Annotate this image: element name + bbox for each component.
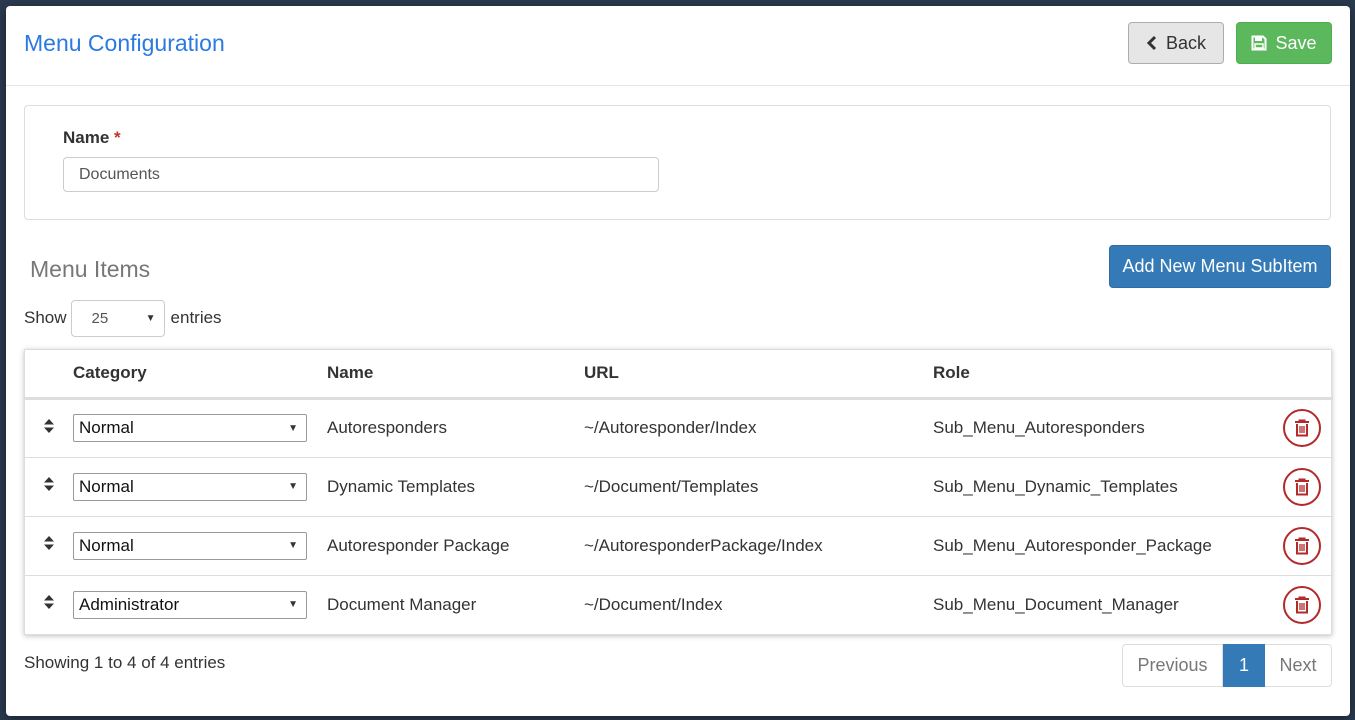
row-role: Sub_Menu_Autoresponders [933, 418, 1145, 437]
name-input[interactable] [63, 157, 659, 192]
caret-down-icon: ▼ [288, 422, 298, 434]
category-select[interactable]: Normal ▼ [73, 531, 307, 560]
row-name: Dynamic Templates [327, 476, 476, 496]
page-length-select[interactable]: 25 ▼ [70, 299, 165, 337]
chevron-left-icon [1146, 35, 1157, 51]
drag-handle[interactable] [25, 457, 73, 516]
category-value: Normal [79, 476, 134, 496]
column-header-url[interactable]: URL [584, 350, 933, 398]
row-name: Document Manager [327, 594, 477, 614]
trash-icon [1295, 419, 1309, 437]
row-name: Autoresponders [327, 418, 448, 437]
entries-label: entries [170, 308, 222, 327]
page-length-value: 25 [91, 309, 109, 327]
back-button[interactable]: Back [1128, 22, 1224, 64]
drag-column-header [25, 350, 73, 398]
sort-arrows-icon [44, 477, 54, 491]
pagination-next[interactable]: Next [1265, 644, 1332, 687]
sort-arrows-icon [44, 418, 54, 433]
category-select[interactable]: Normal ▼ [73, 414, 307, 442]
modal-header: Menu Configuration Back Save [6, 6, 1350, 86]
row-url: ~/Document/Templates [584, 476, 759, 496]
table-row: Normal ▼ Autoresponders ~/Autoresponder/I… [25, 398, 1333, 457]
pagination-page-1[interactable]: 1 [1223, 644, 1265, 687]
save-button-label: Save [1275, 32, 1317, 53]
drag-handle[interactable] [25, 398, 73, 457]
menu-configuration-modal: Menu Configuration Back Save Name * Menu… [6, 6, 1350, 716]
delete-button[interactable] [1283, 409, 1321, 447]
pagination: Previous 1 Next [1122, 644, 1332, 687]
category-value: Normal [79, 418, 134, 437]
trash-icon [1295, 478, 1309, 495]
category-select[interactable]: Normal ▼ [73, 472, 307, 501]
drag-handle[interactable] [25, 575, 73, 634]
table-row: Normal ▼ Autoresponder Package ~/Autoresp… [25, 516, 1333, 575]
table-info: Showing 1 to 4 of 4 entries [24, 653, 226, 672]
delete-button[interactable] [1283, 585, 1321, 624]
delete-button[interactable] [1283, 467, 1321, 506]
name-label-text: Name [63, 128, 110, 147]
pagination-previous[interactable]: Previous [1122, 644, 1223, 687]
column-header-category[interactable]: Category [73, 350, 327, 398]
category-value: Administrator [79, 594, 180, 614]
category-select[interactable]: Administrator ▼ [73, 590, 307, 619]
name-label: Name * [63, 128, 121, 148]
category-value: Normal [79, 535, 134, 555]
trash-icon [1295, 596, 1309, 614]
delete-column-header [1283, 350, 1333, 398]
drag-handle[interactable] [25, 516, 73, 575]
modal-title: Menu Configuration [24, 30, 225, 56]
add-menu-subitem-button[interactable]: Add New Menu SubItem [1109, 245, 1331, 288]
row-url: ~/Autoresponder/Index [584, 418, 757, 437]
delete-button[interactable] [1283, 526, 1321, 565]
row-url: ~/Document/Index [584, 594, 723, 614]
page-length-control: Show 25 ▼ entries [24, 299, 222, 337]
column-header-name[interactable]: Name [327, 350, 584, 398]
caret-down-icon: ▼ [288, 540, 298, 551]
floppy-disk-icon [1251, 35, 1267, 51]
sort-arrows-icon [44, 536, 54, 550]
row-name: Autoresponder Package [327, 535, 510, 555]
menu-items-title: Menu Items [30, 256, 151, 282]
table-row: Administrator ▼ Document Manager ~/Docume… [25, 575, 1333, 634]
column-header-role[interactable]: Role [933, 350, 1283, 398]
name-panel: Name * [24, 105, 1331, 220]
required-mark: * [114, 128, 121, 147]
save-button[interactable]: Save [1236, 22, 1332, 64]
caret-down-icon: ▼ [288, 599, 298, 611]
row-role: Sub_Menu_Dynamic_Templates [933, 476, 1178, 496]
table-header-row: Category Name URL Role [25, 350, 1333, 398]
back-button-label: Back [1165, 32, 1207, 53]
table-row: Normal ▼ Dynamic Templates ~/Document/Tem… [25, 457, 1333, 516]
row-url: ~/AutoresponderPackage/Index [584, 535, 823, 555]
trash-icon [1295, 537, 1309, 554]
caret-down-icon: ▼ [288, 481, 298, 492]
menu-items-table: Category Name URL Role Normal ▼ Autorespo… [24, 349, 1333, 635]
caret-down-icon: ▼ [145, 312, 156, 324]
row-role: Sub_Menu_Document_Manager [933, 594, 1179, 614]
sort-arrows-icon [44, 595, 54, 610]
show-label: Show [24, 308, 67, 327]
row-role: Sub_Menu_Autoresponder_Package [933, 535, 1212, 555]
